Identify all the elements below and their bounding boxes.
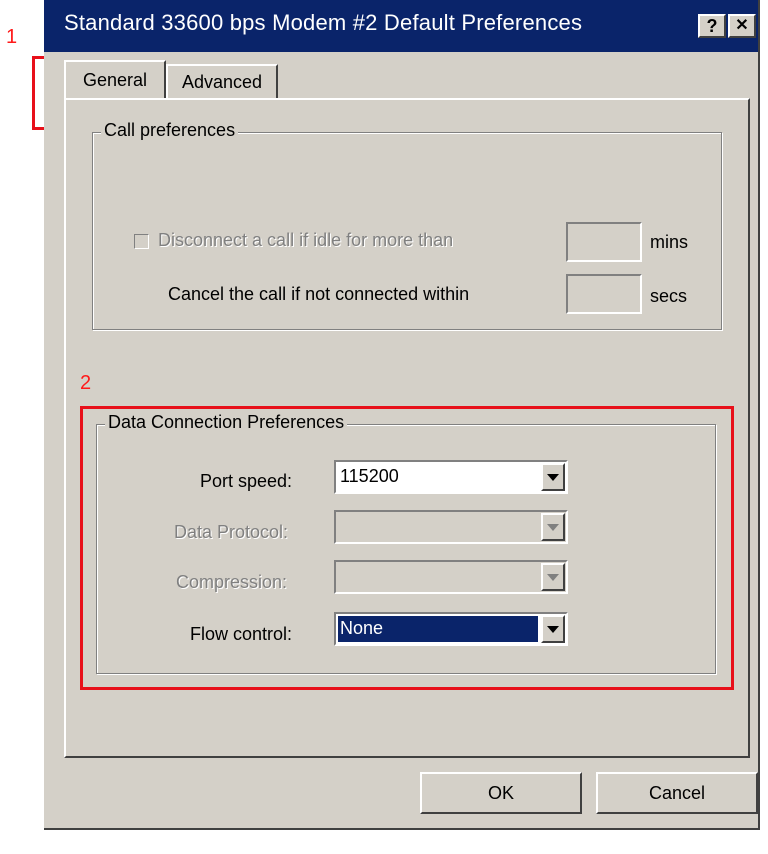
annotation-marker-1: 1 [6,26,18,48]
seconds-unit-label: secs [650,286,688,306]
ok-button-label: OK [487,782,514,803]
title-bar[interactable]: Standard 33600 bps Modem #2 Default Pref… [44,0,758,52]
help-icon: ? [706,16,718,36]
cancel-call-label: Cancel the call if not connected within [168,284,470,304]
help-button[interactable]: ? [698,14,726,38]
cancel-button[interactable]: Cancel [596,772,758,814]
minutes-unit-label: mins [650,232,689,252]
cancel-button-label: Cancel [648,782,706,803]
disconnect-idle-label: Disconnect a call if idle for more than [158,230,454,250]
ok-button[interactable]: OK [420,772,582,814]
close-button[interactable]: ✕ [728,14,756,38]
annotation-box-2 [80,406,734,690]
tab-general[interactable]: General [64,60,166,98]
tab-general-label: General [82,69,148,90]
annotation-marker-2: 2 [80,372,92,394]
window-title: Standard 33600 bps Modem #2 Default Pref… [64,10,583,35]
tab-advanced-label: Advanced [181,71,263,92]
close-icon: ✕ [735,17,749,34]
disconnect-idle-minutes-input[interactable] [566,222,642,262]
disconnect-idle-checkbox[interactable] [134,234,149,249]
cancel-call-seconds-input[interactable] [566,274,642,314]
tab-advanced[interactable]: Advanced [166,64,278,98]
call-preferences-legend: Call preferences [101,120,239,141]
